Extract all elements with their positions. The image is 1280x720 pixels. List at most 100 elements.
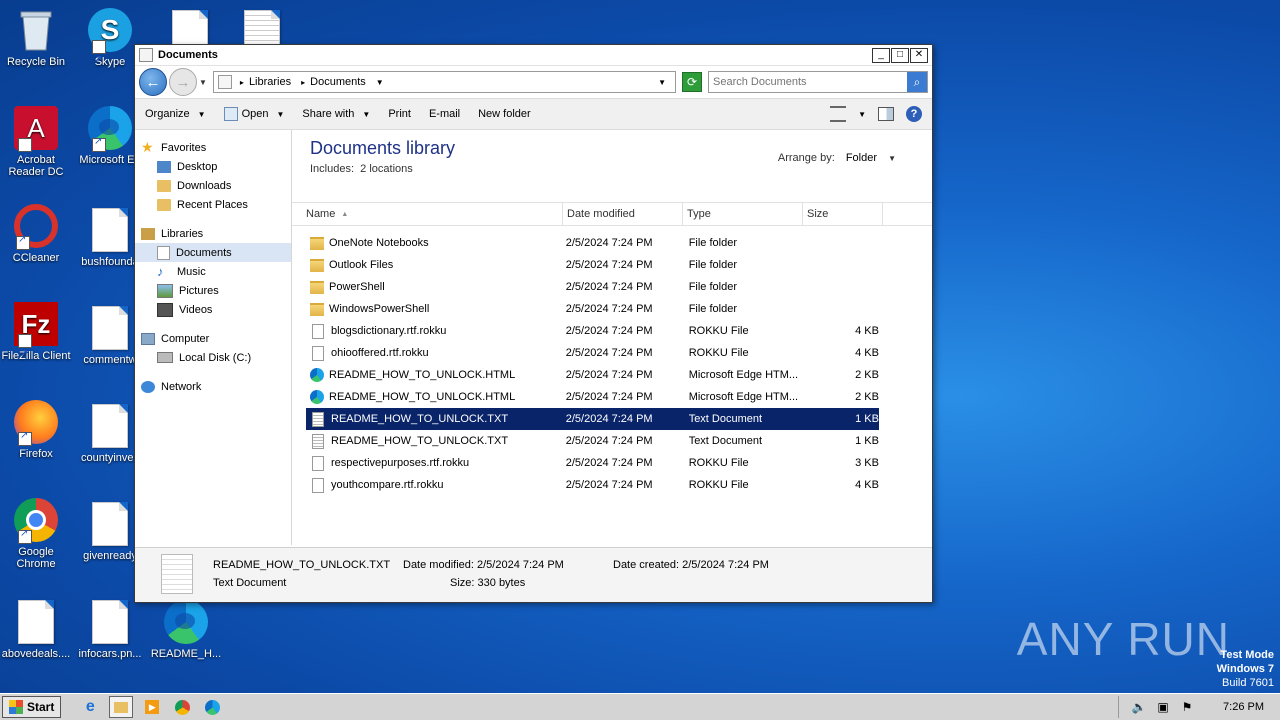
chevron-right-icon[interactable]: ▸ — [240, 78, 244, 87]
column-date-modified[interactable]: Date modified — [563, 203, 683, 225]
arrange-by: Arrange by: Folder ▼ — [778, 152, 896, 164]
file-row[interactable]: PowerShell 2/5/2024 7:24 PM File folder — [306, 276, 879, 298]
taskbar-chrome-icon[interactable] — [171, 697, 193, 717]
nav-label: Favorites — [161, 141, 207, 154]
file-row[interactable]: respectivepurposes.rtf.rokku 2/5/2024 7:2… — [306, 452, 879, 474]
start-button[interactable]: Start — [2, 696, 62, 718]
help-icon[interactable]: ? — [906, 106, 922, 122]
folder-icon — [310, 236, 324, 250]
library-icon — [217, 75, 232, 89]
nav-downloads[interactable]: Downloads — [135, 176, 291, 195]
file-row[interactable]: README_HOW_TO_UNLOCK.TXT 2/5/2024 7:24 PM… — [306, 408, 879, 430]
file-size: 1 KB — [855, 413, 879, 425]
details-filetype: Text Document — [213, 577, 287, 589]
search-icon[interactable]: ⌕ — [907, 72, 927, 92]
network-tray-icon[interactable]: ▣ — [1155, 700, 1171, 714]
organize-button[interactable]: Organize ▼ — [145, 108, 206, 120]
nav-documents[interactable]: Documents — [135, 243, 291, 262]
desktop-icon-infocars[interactable]: infocars.pn... — [74, 600, 146, 660]
desktop-icon-readme[interactable]: README_H... — [150, 600, 222, 660]
address-bar[interactable]: ▸ Libraries ▸ Documents ▼ ▼ — [212, 71, 676, 93]
file-row[interactable]: README_HOW_TO_UNLOCK.HTML 2/5/2024 7:24 P… — [306, 386, 879, 408]
share-with-button[interactable]: Share with ▼ — [302, 108, 370, 120]
minimize-button[interactable]: _ — [872, 47, 890, 63]
desktop-icon-acrobat[interactable]: A Acrobat Reader DC — [0, 106, 72, 180]
file-row[interactable]: ohiooffered.rtf.rokku 2/5/2024 7:24 PM ROK… — [306, 342, 879, 364]
maximize-button[interactable]: □ — [891, 47, 909, 63]
file-row[interactable]: youthcompare.rtf.rokku 2/5/2024 7:24 PM RO… — [306, 474, 879, 496]
file-icon — [312, 455, 324, 471]
breadcrumb-libraries[interactable]: Libraries — [249, 76, 291, 88]
desktop-icon-chrome[interactable]: Google Chrome — [0, 498, 72, 570]
taskbar-explorer-icon[interactable] — [109, 696, 134, 718]
file-type: Microsoft Edge HTM... — [688, 369, 799, 381]
search-box[interactable]: ⌕ — [708, 71, 928, 93]
file-name: Outlook Files — [329, 259, 394, 271]
nav-favorites[interactable]: ★ Favorites — [135, 138, 291, 157]
preview-pane-icon[interactable] — [878, 107, 894, 121]
nav-music[interactable]: ♪ Music — [135, 262, 291, 281]
chevron-right-icon[interactable]: ▸ — [301, 78, 305, 87]
nav-recent-places[interactable]: Recent Places — [135, 195, 291, 214]
desktop-icon-ccleaner[interactable]: CCleaner — [0, 204, 72, 264]
clock[interactable]: 7:26 PM — [1207, 701, 1280, 713]
taskbar-ie-icon[interactable]: e — [79, 697, 101, 717]
refresh-button[interactable]: ⟳ — [682, 72, 702, 92]
nav-pictures[interactable]: Pictures — [135, 281, 291, 300]
file-row[interactable]: README_HOW_TO_UNLOCK.TXT 2/5/2024 7:24 PM… — [306, 430, 879, 452]
new-folder-button[interactable]: New folder — [478, 108, 531, 120]
chevron-down-icon: ▼ — [362, 109, 371, 119]
view-options-icon[interactable] — [830, 106, 847, 122]
desktop-icon-filezilla[interactable]: Fz FileZilla Client — [0, 302, 72, 376]
file-row[interactable]: README_HOW_TO_UNLOCK.HTML 2/5/2024 7:24 P… — [306, 364, 879, 386]
pictures-icon — [157, 283, 173, 298]
file-row[interactable]: Outlook Files 2/5/2024 7:24 PM File folder — [306, 254, 879, 276]
file-row[interactable]: blogsdictionary.rtf.rokku 2/5/2024 7:24 P… — [306, 320, 879, 342]
nav-network[interactable]: Network — [135, 377, 291, 396]
file-icon — [312, 323, 324, 339]
taskbar-media-player-icon[interactable]: ▶ — [141, 697, 163, 717]
file-row[interactable]: OneNote Notebooks 2/5/2024 7:24 PM File fo… — [306, 232, 879, 254]
arrange-value[interactable]: Folder — [846, 152, 877, 164]
print-button[interactable]: Print — [388, 108, 411, 120]
chevron-down-icon[interactable]: ▼ — [858, 110, 866, 119]
nav-local-disk[interactable]: Local Disk (C:) — [135, 348, 291, 367]
nav-desktop[interactable]: Desktop — [135, 157, 291, 176]
chevron-down-icon[interactable]: ▼ — [376, 78, 384, 87]
close-button[interactable]: ✕ — [910, 47, 928, 63]
email-button[interactable]: E-mail — [429, 108, 460, 120]
back-button[interactable]: ← — [139, 68, 167, 96]
taskbar: Start e ▶ 🔈 ▣ ⚑ 7:26 PM — [0, 693, 1280, 720]
details-filename: README_HOW_TO_UNLOCK.TXT — [213, 559, 391, 571]
column-size[interactable]: Size — [803, 203, 883, 225]
desktop-icon-abovedeals[interactable]: abovedeals.... — [0, 600, 72, 660]
column-type[interactable]: Type — [683, 203, 803, 225]
nav-label: Recent Places — [177, 198, 248, 211]
taskbar-edge-icon[interactable] — [201, 697, 223, 717]
file-name: respectivepurposes.rtf.rokku — [331, 457, 470, 469]
open-button[interactable]: Open ▼ — [223, 107, 284, 121]
network-icon — [141, 380, 155, 393]
desktop-icon-label: Acrobat Reader DC — [8, 154, 64, 178]
file-row[interactable]: WindowsPowerShell 2/5/2024 7:24 PM File fo… — [306, 298, 879, 320]
title-bar[interactable]: Documents _ □ ✕ — [135, 45, 932, 66]
document-icon — [18, 600, 54, 644]
column-name[interactable]: Name ▲ — [292, 203, 563, 225]
details-modified: Date modified: 2/5/2024 7:24 PM — [403, 559, 564, 571]
desktop-icon-recycle-bin[interactable]: Recycle Bin — [0, 8, 72, 68]
forward-button[interactable]: → — [169, 68, 197, 96]
filezilla-icon: Fz — [14, 302, 58, 376]
locations-link[interactable]: 2 locations — [360, 163, 413, 175]
action-center-flag-icon[interactable]: ⚑ — [1179, 700, 1195, 714]
desktop-icon-firefox[interactable]: Firefox — [0, 400, 72, 460]
address-history-dropdown-icon[interactable]: ▼ — [658, 78, 666, 87]
nav-computer[interactable]: Computer — [135, 329, 291, 348]
nav-videos[interactable]: Videos — [135, 300, 291, 319]
chevron-down-icon[interactable]: ▼ — [888, 154, 896, 163]
search-input[interactable] — [709, 76, 907, 88]
nav-libraries[interactable]: Libraries — [135, 224, 291, 243]
breadcrumb-documents[interactable]: Documents — [310, 76, 366, 88]
volume-icon[interactable]: 🔈 — [1131, 700, 1147, 714]
system-tray: 🔈 ▣ ⚑ — [1118, 696, 1207, 718]
recent-pages-dropdown-icon[interactable]: ▼ — [199, 78, 207, 87]
